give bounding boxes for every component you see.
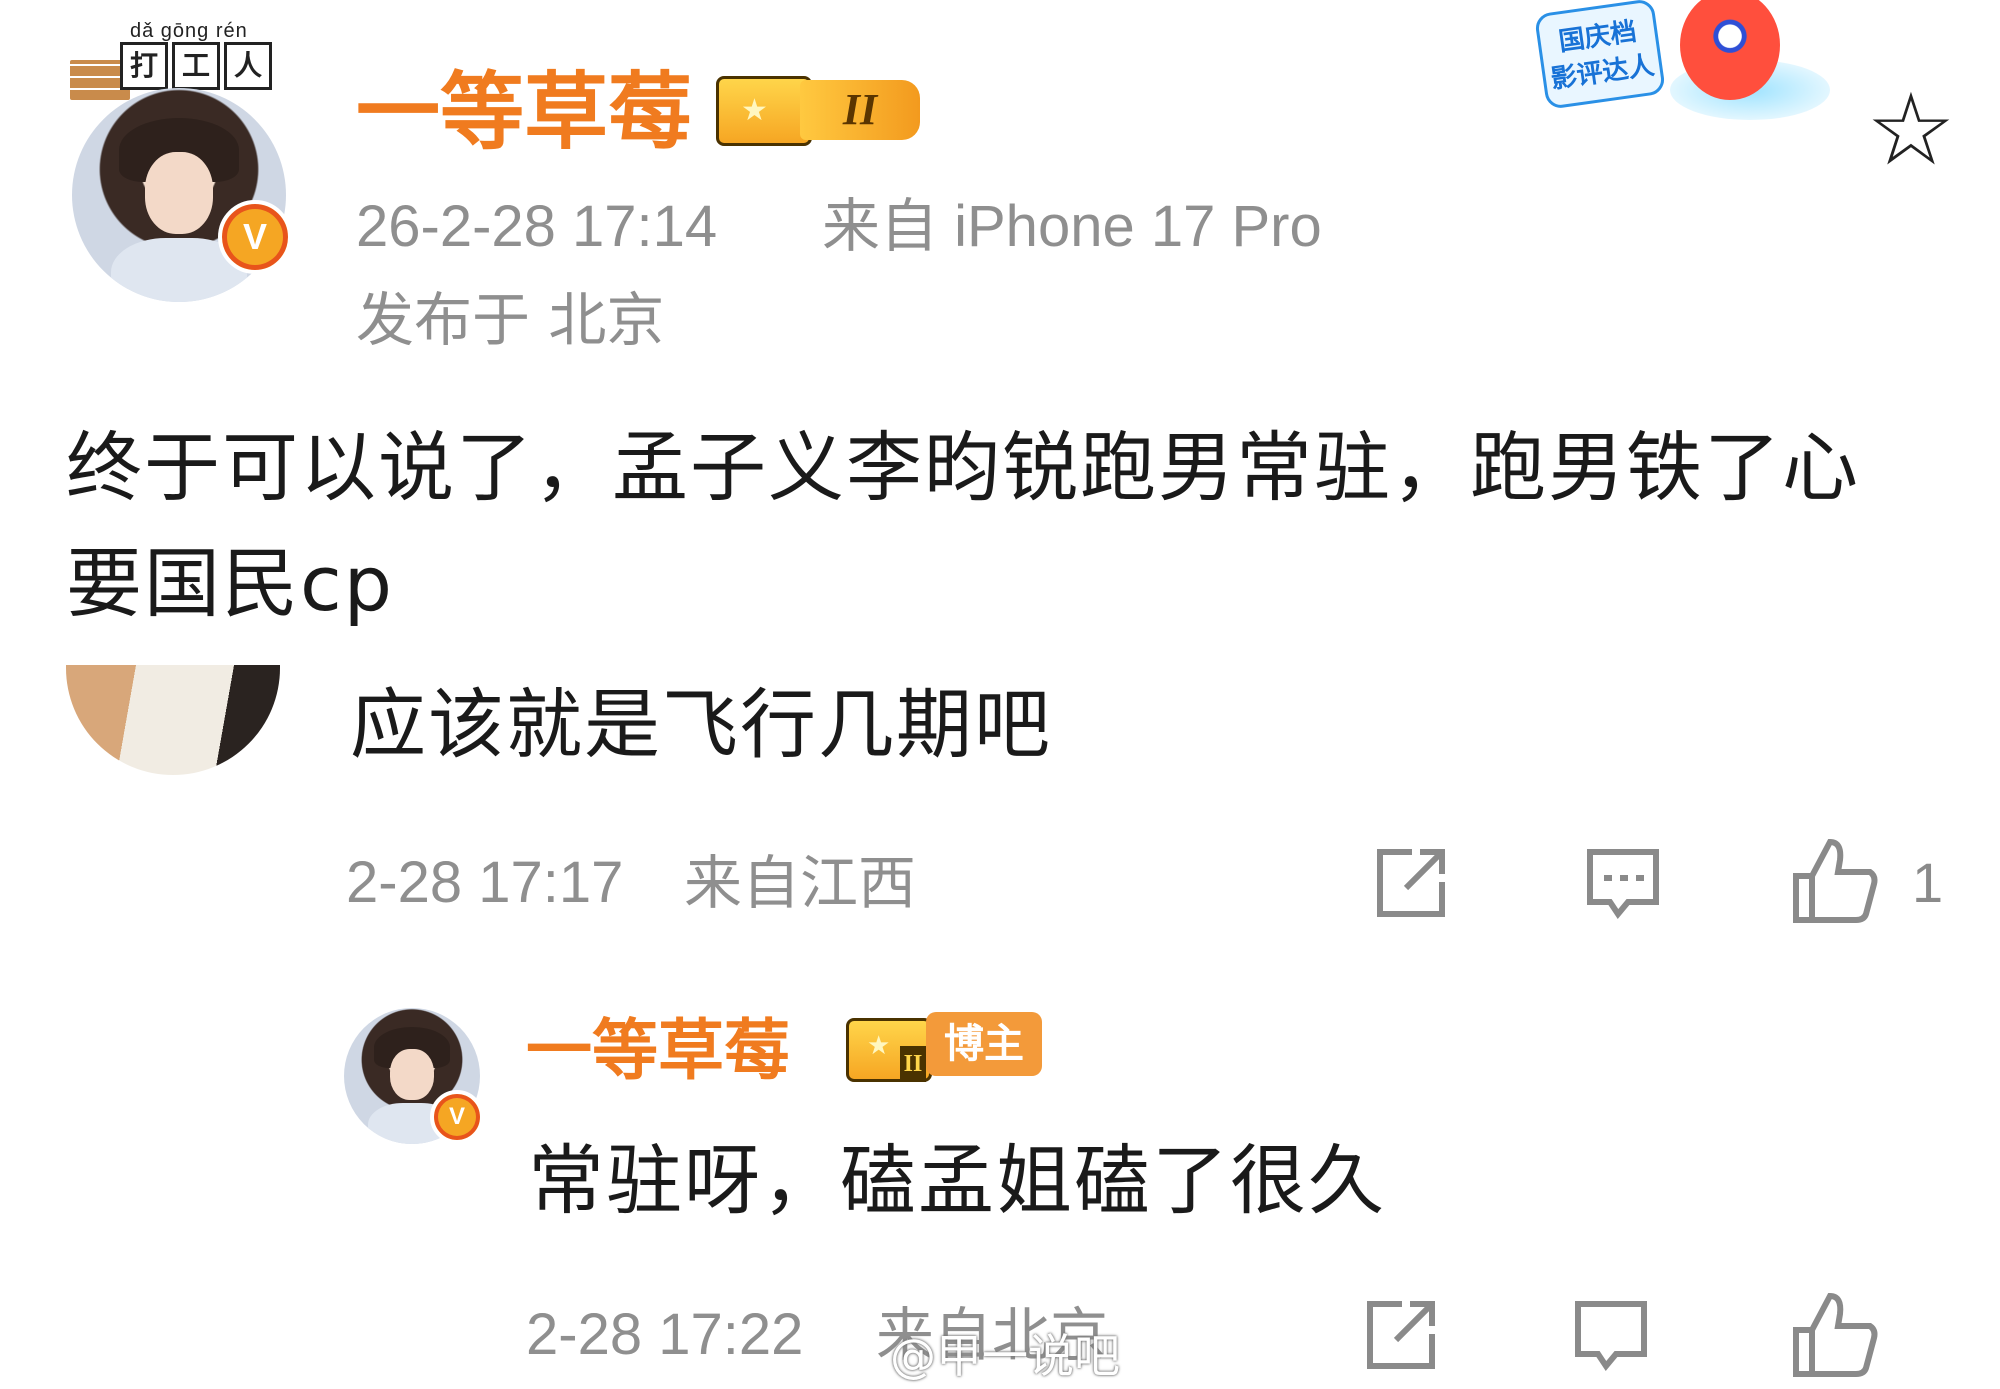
post-source: 来自 iPhone 17 Pro bbox=[822, 194, 1322, 259]
author-username[interactable]: 一等草莓 bbox=[356, 62, 692, 162]
comment-time: 2-28 17:17 bbox=[346, 850, 624, 915]
event-badge[interactable]: 国庆档 影评达人 bbox=[1533, 0, 1840, 130]
share-icon[interactable] bbox=[1362, 1296, 1440, 1374]
crown-icon: ★ bbox=[716, 76, 812, 146]
share-icon[interactable] bbox=[1372, 844, 1450, 922]
post-location: 发布于 北京 bbox=[356, 286, 665, 354]
pendant-char: 人 bbox=[224, 42, 272, 90]
comment-icon[interactable] bbox=[1584, 844, 1662, 922]
favorite-star-icon[interactable]: ☆ bbox=[1856, 80, 1966, 180]
crown-level: II bbox=[900, 1046, 926, 1082]
verified-badge-icon: V bbox=[430, 1090, 484, 1144]
post-timestamp: 26-2-28 17:14 bbox=[356, 194, 718, 259]
verified-badge-icon: V bbox=[218, 200, 292, 274]
comment-location: 来自江西 bbox=[684, 849, 917, 917]
pendant-pinyin: dǎ gōng rén bbox=[130, 20, 248, 42]
watermark: @甲一说吧 bbox=[890, 1329, 1120, 1383]
reply-username[interactable]: 一等草莓 bbox=[526, 1008, 790, 1094]
reply-text: 常驻呀，磕孟姐磕了很久 bbox=[528, 1136, 1386, 1225]
comment-text: 应该就是飞行几期吧 bbox=[350, 680, 1052, 769]
commenter-avatar[interactable] bbox=[66, 665, 280, 775]
blogger-tag: 博主 bbox=[926, 1012, 1042, 1076]
pendant-char: 打 bbox=[120, 42, 168, 90]
like-icon[interactable] bbox=[1790, 836, 1880, 926]
level-badge: II bbox=[800, 80, 920, 140]
event-badge-label: 国庆档 影评达人 bbox=[1533, 0, 1667, 110]
comment-icon[interactable] bbox=[1572, 1296, 1650, 1374]
pendant-char: 工 bbox=[172, 42, 220, 90]
like-count: 1 bbox=[1912, 851, 1944, 914]
reply-time: 2-28 17:22 bbox=[526, 1302, 804, 1367]
post-body-text: 终于可以说了，孟子义李昀锐跑男常驻，跑男铁了心要国民cp bbox=[66, 423, 1860, 628]
like-icon[interactable] bbox=[1790, 1290, 1880, 1380]
